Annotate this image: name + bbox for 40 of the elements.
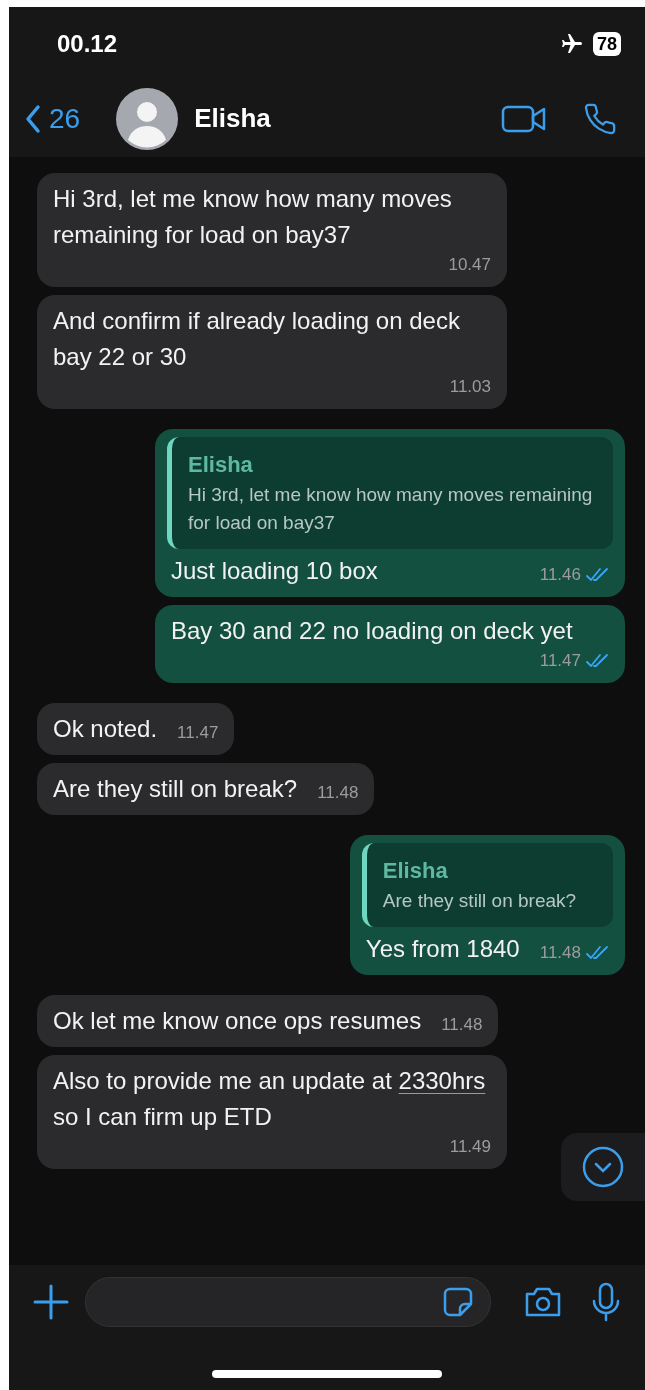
message-time: 11.46 <box>539 564 581 586</box>
message-input-field[interactable] <box>85 1277 491 1327</box>
plus-icon[interactable] <box>33 1284 69 1320</box>
message-time: 11.47 <box>539 650 581 672</box>
quoted-text: Are they still on break? <box>382 889 578 913</box>
contact-name[interactable]: Elisha <box>194 99 271 138</box>
back-button[interactable]: 26 <box>25 97 81 140</box>
quoted-author: Elisha <box>382 857 449 885</box>
message-text: Yes from 1840 <box>365 934 520 964</box>
message-time: 11.03 <box>449 376 491 398</box>
quoted-reply[interactable]: Elisha Hi 3rd, let me know how many moves remaining for load on bay37 <box>167 437 613 549</box>
link[interactable]: 2330hrs <box>398 1067 486 1094</box>
sticker-icon[interactable] <box>442 1286 474 1318</box>
chevron-left-icon <box>25 103 41 134</box>
message-time: 11.48 <box>441 1014 483 1036</box>
scroll-down-button[interactable] <box>561 1133 645 1201</box>
phone-icon[interactable] <box>583 101 617 136</box>
message-time: 10.47 <box>448 254 491 276</box>
message-text: Ok let me know once ops resumes <box>53 1006 422 1036</box>
quoted-text: Hi 3rd, let me know how many moves remaining for load on bay37 <box>188 483 594 535</box>
message-text: Ok noted. <box>53 714 158 744</box>
message-text: Are they still on break? <box>53 774 298 804</box>
message-time: 11.48 <box>539 942 581 964</box>
camera-icon[interactable] <box>523 1285 563 1319</box>
battery-level: 78 <box>592 31 621 56</box>
chevron-down-icon <box>582 1146 624 1188</box>
message-text: Just loading 10 box <box>171 556 378 586</box>
video-call-icon[interactable] <box>501 103 547 134</box>
avatar-icon[interactable] <box>116 87 179 150</box>
message-time: 11.48 <box>317 782 359 804</box>
quoted-author: Elisha <box>188 451 254 479</box>
message-text: And confirm if already loading on deck bay 22 or 30 <box>53 306 461 372</box>
message-text: Hi 3rd, let me know how many moves remaining for load on bay37 <box>53 184 453 250</box>
message-time: 11.49 <box>449 1136 491 1158</box>
message-text: Bay 30 and 22 no loading on deck yet <box>171 616 573 646</box>
status-time: 00.12 <box>57 28 118 59</box>
quoted-reply[interactable]: Elisha Are they still on break? <box>361 843 613 927</box>
message-text: Also to provide me an update at 2330hrs so I can firm up ETD <box>53 1066 487 1132</box>
microphone-icon[interactable] <box>591 1282 621 1322</box>
message-time: 11.47 <box>177 722 219 744</box>
